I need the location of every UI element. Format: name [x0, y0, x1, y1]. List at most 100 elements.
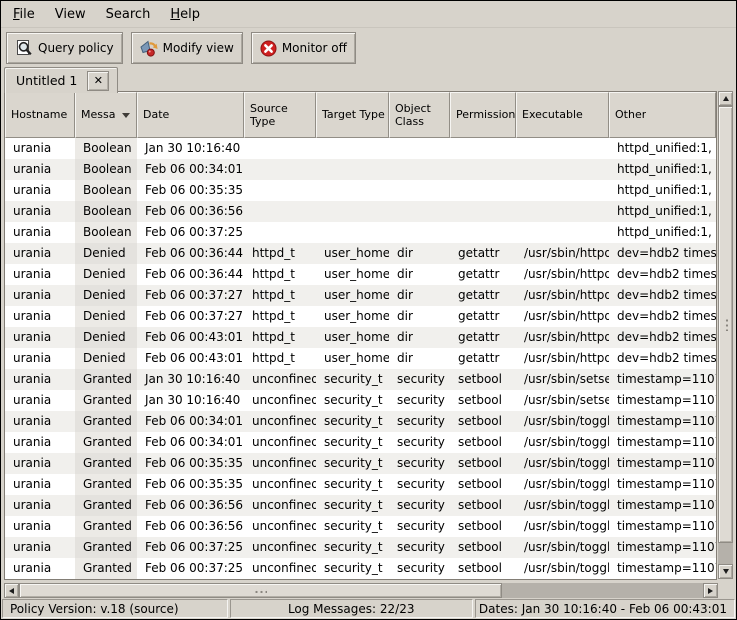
- cell-object-class: security: [389, 516, 450, 537]
- cell-object-class: security: [389, 537, 450, 558]
- cell-message: Boolean: [75, 159, 137, 180]
- cell-object-class: dir: [389, 264, 450, 285]
- cell-other: httpd_unified:1, h: [609, 180, 716, 201]
- arrow-down-icon: [723, 569, 729, 574]
- column-header-date[interactable]: Date: [137, 92, 244, 138]
- cell-other: timestamp=11076: [609, 453, 716, 474]
- policy-version-text: Policy Version: v.18 (source): [10, 602, 179, 616]
- scroll-down-button[interactable]: [718, 564, 733, 579]
- menu-file[interactable]: File: [3, 2, 45, 27]
- cell-permission: setbool: [450, 369, 516, 390]
- column-header-target-type[interactable]: Target Type: [316, 92, 389, 138]
- table-body: uraniaBooleanJan 30 10:16:40httpd_unifie…: [5, 138, 716, 579]
- cell-object-class: security: [389, 411, 450, 432]
- cell-target-type: security_t: [316, 411, 389, 432]
- scroll-up-button[interactable]: [718, 91, 733, 106]
- table-row[interactable]: uraniaGrantedFeb 06 00:35:35unconfined_s…: [5, 453, 716, 474]
- scroll-right-button[interactable]: [703, 583, 718, 598]
- table-row[interactable]: uraniaBooleanJan 30 10:16:40httpd_unifie…: [5, 138, 716, 159]
- cell-other: timestamp=11076: [609, 537, 716, 558]
- dates-text: Dates: Jan 30 10:16:40 - Feb 06 00:43:01: [479, 602, 727, 616]
- cell-target-type: security_t: [316, 558, 389, 579]
- table-row[interactable]: uraniaGrantedFeb 06 00:36:56unconfined_s…: [5, 516, 716, 537]
- cell-other: httpd_unified:1, h: [609, 201, 716, 222]
- cell-other: dev=hdb2 timesta: [609, 348, 716, 369]
- cell-target-type: security_t: [316, 495, 389, 516]
- table-row[interactable]: uraniaBooleanFeb 06 00:37:25httpd_unifie…: [5, 222, 716, 243]
- cell-object-class: dir: [389, 327, 450, 348]
- table-row[interactable]: uraniaBooleanFeb 06 00:36:56httpd_unifie…: [5, 201, 716, 222]
- table-row[interactable]: uraniaGrantedFeb 06 00:35:35unconfined_s…: [5, 474, 716, 495]
- cell-executable: /usr/sbin/toggle: [516, 537, 609, 558]
- cell-source-type: unconfined_: [244, 474, 316, 495]
- cell-target-type: user_home_: [316, 348, 389, 369]
- table-row[interactable]: uraniaGrantedJan 30 10:16:40unconfined_s…: [5, 369, 716, 390]
- cell-permission: setbool: [450, 495, 516, 516]
- monitor-off-button[interactable]: Monitor off: [251, 32, 356, 64]
- cell-object-class: security: [389, 453, 450, 474]
- table-row[interactable]: uraniaGrantedJan 30 10:16:40unconfined_s…: [5, 390, 716, 411]
- cell-target-type: [316, 201, 389, 222]
- query-policy-button[interactable]: Query policy: [6, 32, 123, 64]
- column-header-executable[interactable]: Executable: [516, 92, 609, 138]
- tab-untitled-1[interactable]: Untitled 1 ✕: [4, 67, 118, 93]
- cell-permission: [450, 159, 516, 180]
- column-header-message[interactable]: Messa: [75, 92, 137, 138]
- menu-help[interactable]: Help: [160, 2, 210, 27]
- cell-message: Boolean: [75, 180, 137, 201]
- cell-target-type: security_t: [316, 474, 389, 495]
- column-header-object-class[interactable]: Object Class: [389, 92, 450, 138]
- table-row[interactable]: uraniaDeniedFeb 06 00:36:44httpd_tuser_h…: [5, 264, 716, 285]
- modify-view-button[interactable]: Modify view: [131, 32, 243, 64]
- table-row[interactable]: uraniaBooleanFeb 06 00:34:01httpd_unifie…: [5, 159, 716, 180]
- menu-view[interactable]: View: [45, 2, 96, 27]
- column-header-permission[interactable]: Permission: [450, 92, 516, 138]
- cell-permission: setbool: [450, 537, 516, 558]
- tab-label: Untitled 1: [16, 73, 77, 88]
- table-row[interactable]: uraniaDeniedFeb 06 00:37:27httpd_tuser_h…: [5, 285, 716, 306]
- table-row[interactable]: uraniaGrantedFeb 06 00:34:01unconfined_s…: [5, 411, 716, 432]
- horizontal-scroll-thumb[interactable]: [19, 583, 502, 598]
- cell-object-class: dir: [389, 243, 450, 264]
- cell-hostname: urania: [5, 348, 75, 369]
- table-row[interactable]: uraniaGrantedFeb 06 00:36:56unconfined_s…: [5, 495, 716, 516]
- column-header-source-type[interactable]: Source Type: [244, 92, 316, 138]
- cell-target-type: user_home_: [316, 306, 389, 327]
- table-row[interactable]: uraniaDeniedFeb 06 00:36:44httpd_tuser_h…: [5, 243, 716, 264]
- monitor-off-icon: [260, 40, 277, 57]
- cell-executable: [516, 180, 609, 201]
- cell-date: Feb 06 00:43:01: [137, 348, 244, 369]
- cell-source-type: httpd_t: [244, 306, 316, 327]
- table-row[interactable]: uraniaGrantedFeb 06 00:34:01unconfined_s…: [5, 432, 716, 453]
- menu-search[interactable]: Search: [96, 2, 161, 27]
- tab-close-button[interactable]: ✕: [87, 71, 109, 91]
- table-row[interactable]: uraniaBooleanFeb 06 00:35:35httpd_unifie…: [5, 180, 716, 201]
- cell-target-type: [316, 159, 389, 180]
- column-header-other[interactable]: Other: [609, 92, 716, 138]
- cell-other: dev=hdb2 timesta: [609, 327, 716, 348]
- cell-other: timestamp=11071: [609, 369, 716, 390]
- cell-date: Feb 06 00:35:35: [137, 180, 244, 201]
- table-row[interactable]: uraniaGrantedFeb 06 00:37:25unconfined_s…: [5, 558, 716, 579]
- cell-target-type: user_home_: [316, 264, 389, 285]
- toolbar: Query policy Modify view Monitor off: [6, 32, 356, 64]
- cell-permission: getattr: [450, 264, 516, 285]
- cell-source-type: httpd_t: [244, 327, 316, 348]
- table-row[interactable]: uraniaGrantedFeb 06 00:37:25unconfined_s…: [5, 537, 716, 558]
- cell-hostname: urania: [5, 474, 75, 495]
- cell-message: Granted: [75, 537, 137, 558]
- column-header-hostname[interactable]: Hostname: [5, 92, 75, 138]
- cell-object-class: dir: [389, 348, 450, 369]
- cell-target-type: user_home_: [316, 285, 389, 306]
- table-row[interactable]: uraniaDeniedFeb 06 00:43:01httpd_tuser_h…: [5, 348, 716, 369]
- table-row[interactable]: uraniaDeniedFeb 06 00:43:01httpd_tuser_h…: [5, 327, 716, 348]
- vertical-scroll-thumb[interactable]: [718, 106, 733, 543]
- scroll-left-button[interactable]: [4, 583, 19, 598]
- cell-permission: setbool: [450, 411, 516, 432]
- column-label: Object Class: [395, 102, 449, 128]
- cell-source-type: httpd_t: [244, 264, 316, 285]
- cell-other: dev=hdb2 timesta: [609, 306, 716, 327]
- cell-hostname: urania: [5, 537, 75, 558]
- table-row[interactable]: uraniaDeniedFeb 06 00:37:27httpd_tuser_h…: [5, 306, 716, 327]
- cell-permission: [450, 201, 516, 222]
